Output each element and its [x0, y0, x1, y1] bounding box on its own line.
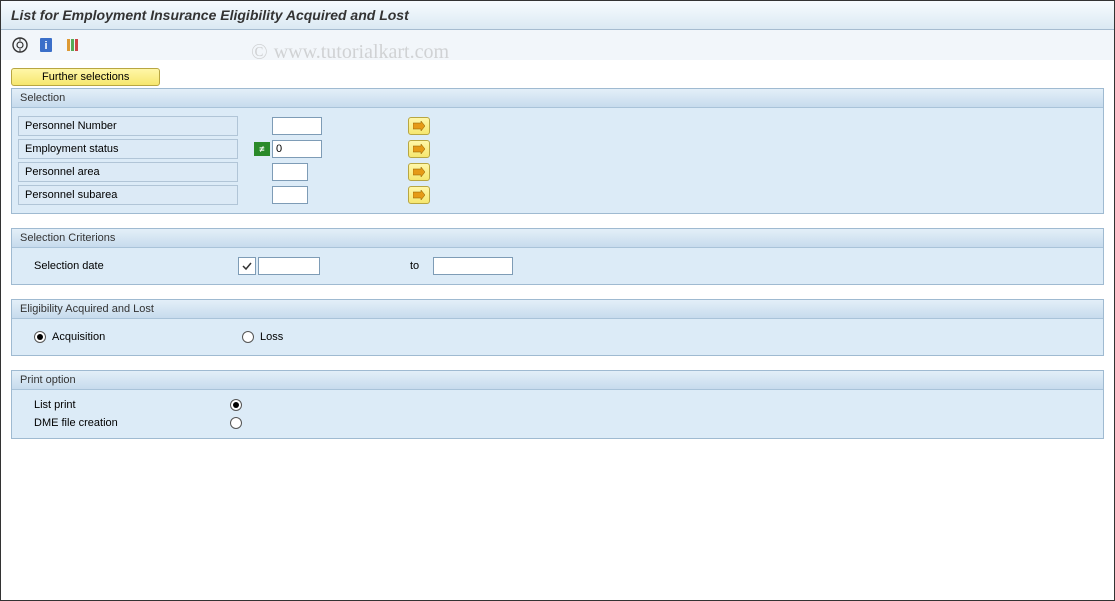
label-dme-file: DME file creation — [34, 417, 224, 429]
group-selection: Selection Personnel Number Employment st… — [11, 88, 1104, 214]
group-print-option: Print option List print DME file creatio… — [11, 370, 1104, 439]
multi-select-personnel-number[interactable] — [408, 117, 430, 135]
label-list-print: List print — [34, 399, 224, 411]
personnel-number-input[interactable] — [272, 117, 322, 135]
personnel-area-input[interactable] — [272, 163, 308, 181]
label-personnel-number: Personnel Number — [18, 116, 238, 136]
group-eligibility: Eligibility Acquired and Lost Acquisitio… — [11, 299, 1104, 356]
page-title: List for Employment Insurance Eligibilit… — [1, 1, 1114, 30]
info-icon[interactable]: i — [37, 36, 55, 54]
selection-date-from-input[interactable] — [258, 257, 320, 275]
label-loss: Loss — [260, 331, 283, 343]
radio-list-print[interactable] — [230, 399, 242, 411]
label-selection-date: Selection date — [28, 256, 238, 276]
employment-status-input[interactable] — [272, 140, 322, 158]
label-to: to — [410, 260, 419, 272]
label-personnel-subarea: Personnel subarea — [18, 185, 238, 205]
label-personnel-area: Personnel area — [18, 162, 238, 182]
group-criterions: Selection Criterions Selection date to — [11, 228, 1104, 285]
content-area: Further selections Selection Personnel N… — [1, 60, 1114, 461]
toolbar: i — [1, 30, 1114, 60]
radio-dme-file[interactable] — [230, 417, 242, 429]
required-icon[interactable] — [238, 257, 256, 275]
further-selections-button[interactable]: Further selections — [11, 68, 160, 86]
group-selection-header: Selection — [12, 89, 1103, 108]
svg-text:i: i — [44, 40, 47, 52]
group-eligibility-header: Eligibility Acquired and Lost — [12, 300, 1103, 319]
variant-icon[interactable] — [63, 36, 81, 54]
label-acquisition: Acquisition — [52, 331, 242, 343]
selection-date-to-input[interactable] — [433, 257, 513, 275]
multi-select-personnel-subarea[interactable] — [408, 186, 430, 204]
personnel-subarea-input[interactable] — [272, 186, 308, 204]
radio-acquisition[interactable] — [34, 331, 46, 343]
not-equal-icon[interactable]: ≠ — [254, 142, 270, 156]
multi-select-employment-status[interactable] — [408, 140, 430, 158]
execute-icon[interactable] — [11, 36, 29, 54]
group-criterions-header: Selection Criterions — [12, 229, 1103, 248]
label-employment-status: Employment status — [18, 139, 238, 159]
radio-loss[interactable] — [242, 331, 254, 343]
group-print-option-header: Print option — [12, 371, 1103, 390]
multi-select-personnel-area[interactable] — [408, 163, 430, 181]
